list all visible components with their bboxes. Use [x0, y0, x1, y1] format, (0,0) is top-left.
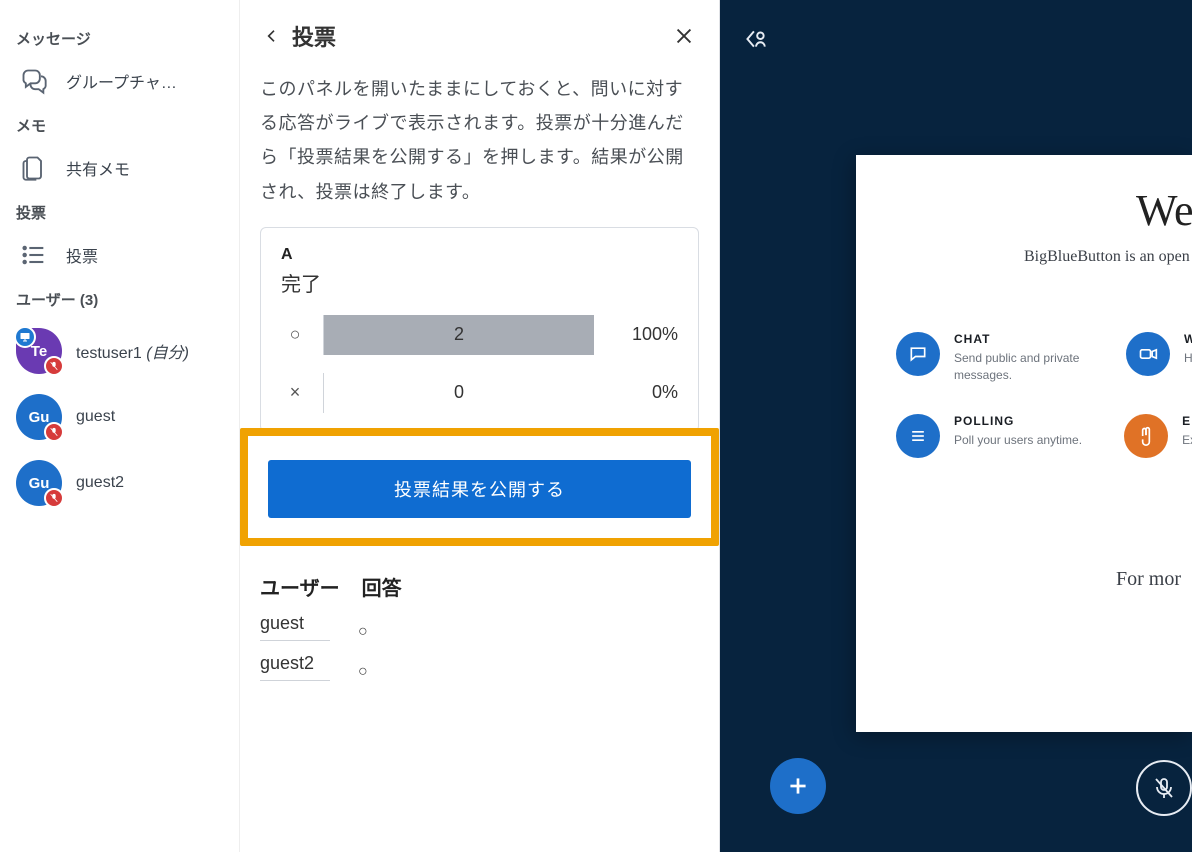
poll-nav-label: 投票 — [66, 243, 98, 267]
group-chat-item[interactable]: グループチャ… — [14, 57, 229, 105]
response-user: guest — [260, 611, 330, 641]
poll-nav-item[interactable]: 投票 — [14, 231, 229, 279]
feature-item: POLLING Poll your users anytime. — [896, 414, 1082, 458]
user-row[interactable]: Guguest — [14, 384, 229, 450]
responses-header-answer: 回答 — [362, 572, 402, 601]
close-button[interactable] — [669, 21, 699, 51]
feature-text: POLLING Poll your users anytime. — [954, 414, 1082, 449]
user-row[interactable]: Gu guest2 — [14, 450, 229, 516]
feature-desc: Send public and private messages. — [954, 350, 1084, 384]
notes-heading: メモ — [16, 115, 229, 136]
back-button[interactable] — [258, 22, 286, 50]
poll-question-text: 完了 — [281, 268, 678, 297]
response-row: guest2 ○ — [260, 651, 699, 681]
response-answer: ○ — [358, 623, 368, 641]
panel-title: 投票 — [292, 20, 663, 52]
muted-mic-icon — [44, 488, 64, 508]
presenter-badge-icon — [14, 326, 36, 348]
poll-option-label: ○ — [281, 324, 309, 345]
shared-notes-item[interactable]: 共有メモ — [14, 144, 229, 192]
feature-title: E — [1182, 414, 1192, 428]
avatar: Gu — [16, 460, 62, 506]
poll-list-icon — [20, 241, 48, 269]
presentation-stage: Welcome BigBlueButton is an open CHAT Sen… — [720, 0, 1192, 852]
poll-heading: 投票 — [16, 202, 229, 223]
response-user: guest2 — [260, 651, 330, 681]
muted-mic-icon — [44, 356, 64, 376]
poll-bar: 2 — [323, 315, 594, 355]
poll-bar-fill: 0 — [324, 373, 594, 413]
user-name: guest — [76, 408, 115, 426]
feature-desc: Ex — [1182, 432, 1192, 449]
poll-option-label: × — [281, 382, 309, 403]
poll-bar-fill: 2 — [324, 315, 594, 355]
feature-row: POLLING Poll your users anytime. E Ex — [896, 414, 1192, 458]
poll-bar: 0 — [323, 373, 594, 413]
messages-heading: メッセージ — [16, 28, 229, 49]
feature-title: CHAT — [954, 332, 1084, 346]
left-sidebar: メッセージ グループチャ… メモ 共有メモ 投票 投票 ユーザー (3) Tet… — [0, 0, 240, 852]
chat-bubbles-icon — [20, 67, 48, 95]
chat-icon — [896, 332, 940, 376]
muted-mic-icon — [44, 422, 64, 442]
panel-body: このパネルを開いたままにしておくと、問いに対する応答がライブで表示されます。投票… — [240, 62, 719, 701]
panel-header: 投票 — [240, 0, 719, 62]
response-row: guest ○ — [260, 611, 699, 641]
actions-fab[interactable] — [770, 758, 826, 814]
feature-item: E Ex — [1124, 414, 1192, 458]
slide-more-text: For mor — [1116, 568, 1192, 591]
poll-icon — [896, 414, 940, 458]
slide-title: Welcome — [1136, 185, 1192, 236]
poll-option-row: ○ 2 100% — [281, 315, 678, 355]
avatar: Gu — [16, 394, 62, 440]
responses-header: ユーザー 回答 — [260, 572, 699, 601]
feature-desc: Poll your users anytime. — [954, 432, 1082, 449]
poll-option-percent: 100% — [608, 324, 678, 345]
panel-description: このパネルを開いたままにしておくと、問いに対する応答がライブで表示されます。投票… — [260, 72, 699, 209]
responses-list: guest ○ guest2 ○ — [260, 611, 699, 681]
responses-header-user: ユーザー — [260, 572, 340, 601]
doc-icon — [20, 154, 48, 182]
group-chat-label: グループチャ… — [66, 69, 177, 93]
feature-title: W — [1184, 332, 1192, 346]
feature-text: E Ex — [1182, 414, 1192, 449]
users-list: Tetestuser1 (自分)GuguestGuguest2 — [14, 318, 229, 516]
feature-item: CHAT Send public and private messages. — [896, 332, 1084, 384]
hand-icon — [1124, 414, 1168, 458]
publish-highlight: 投票結果を公開する — [240, 428, 719, 546]
user-name: guest2 — [76, 474, 124, 492]
shared-notes-label: 共有メモ — [66, 156, 130, 180]
microphone-toggle[interactable] — [1136, 760, 1192, 816]
feature-desc: H — [1184, 350, 1192, 367]
poll-panel: 投票 このパネルを開いたままにしておくと、問いに対する応答がライブで表示されます… — [240, 0, 720, 852]
video-icon — [1126, 332, 1170, 376]
poll-option-row: × 0 0% — [281, 373, 678, 413]
presentation-slide[interactable]: Welcome BigBlueButton is an open CHAT Sen… — [856, 155, 1192, 732]
feature-row: CHAT Send public and private messages. WH — [896, 332, 1192, 384]
user-name: testuser1 (自分) — [76, 339, 189, 363]
poll-results-box: A 完了 ○ 2 100% × 0 0% — [260, 227, 699, 432]
feature-text: CHAT Send public and private messages. — [954, 332, 1084, 384]
stage-toolbar — [720, 0, 1192, 78]
feature-text: WH — [1184, 332, 1192, 367]
users-heading: ユーザー (3) — [16, 289, 229, 310]
feature-title: POLLING — [954, 414, 1082, 428]
poll-question-letter: A — [281, 246, 678, 264]
avatar: Te — [16, 328, 62, 374]
user-row[interactable]: Te testuser1 (自分) — [14, 318, 229, 384]
expand-users-button[interactable] — [738, 22, 772, 56]
poll-option-percent: 0% — [608, 382, 678, 403]
publish-results-button[interactable]: 投票結果を公開する — [268, 460, 691, 518]
slide-subtitle: BigBlueButton is an open — [1024, 248, 1192, 266]
response-answer: ○ — [358, 663, 368, 681]
poll-options: ○ 2 100% × 0 0% — [281, 315, 678, 413]
feature-item: WH — [1126, 332, 1192, 384]
